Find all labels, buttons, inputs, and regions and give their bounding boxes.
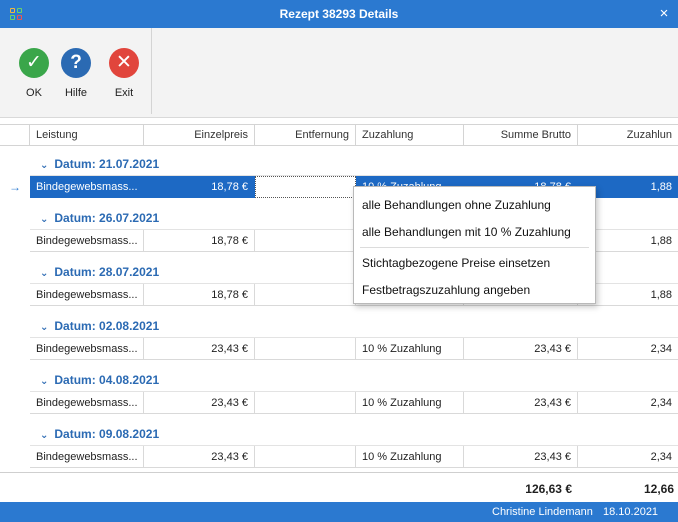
group-date-label: Datum: 02.08.2021 (54, 319, 160, 333)
chevron-down-icon: ⌄ (40, 214, 49, 225)
help-icon: ? (61, 48, 91, 78)
close-circle-icon: ✕ (109, 48, 139, 78)
cell-zuzahlung[interactable]: 10 % Zuzahlung (356, 392, 464, 414)
group-label: ⌄ Datum: 04.08.2021 (40, 373, 159, 387)
cell-summe-brutto[interactable]: 23,43 € (464, 446, 578, 468)
cell-entfernung[interactable] (255, 338, 356, 360)
cell-einzelpreis[interactable]: 18,78 € (144, 230, 255, 252)
chevron-down-icon: ⌄ (40, 268, 49, 279)
cell-zuzahlung-betrag[interactable]: 2,34 (578, 446, 678, 468)
cell-einzelpreis[interactable]: 23,43 € (144, 446, 255, 468)
group-date-label: Datum: 26.07.2021 (54, 211, 160, 225)
exit-button[interactable]: ✕ Exit (104, 48, 144, 108)
cell-entfernung[interactable] (255, 392, 356, 414)
cell-einzelpreis[interactable]: 18,78 € (144, 284, 255, 306)
menu-item-mit-zuzahlung[interactable]: alle Behandlungen mit 10 % Zuzahlung (362, 220, 588, 244)
cell-summe-brutto[interactable]: 23,43 € (464, 392, 578, 414)
cell-entfernung[interactable] (255, 446, 356, 468)
column-header-einzelpreis[interactable]: Einzelpreis (144, 125, 255, 146)
cell-leistung[interactable]: Bindegewebsmass... (30, 176, 144, 198)
menu-item-stichtag-preise[interactable]: Stichtagbezogene Preise einsetzen (362, 251, 588, 275)
exit-label: Exit (114, 87, 134, 99)
menu-item-ohne-zuzahlung[interactable]: alle Behandlungen ohne Zuzahlung (362, 193, 588, 217)
cell-leistung[interactable]: Bindegewebsmass... (30, 284, 144, 306)
totals-footer: 126,63 € 12,66 (0, 472, 678, 502)
cell-zuzahlung[interactable]: 10 % Zuzahlung (356, 338, 464, 360)
group-header[interactable]: ⌄ Datum: 02.08.2021 (0, 312, 678, 338)
column-header-entfernung[interactable]: Entfernung (255, 125, 356, 146)
status-date: 18.10.2021 (603, 506, 659, 518)
cell-entfernung[interactable] (255, 176, 356, 198)
group-label: ⌄ Datum: 21.07.2021 (40, 157, 159, 171)
cell-leistung[interactable]: Bindegewebsmass... (30, 230, 144, 252)
grid-header: Leistung Einzelpreis Entfernung Zuzahlun… (0, 124, 678, 146)
cell-entfernung[interactable] (255, 284, 356, 306)
column-header-zuzahlung-betrag[interactable]: Zuzahlun (578, 125, 678, 146)
group-date-label: Datum: 04.08.2021 (54, 373, 160, 387)
table-row[interactable]: Bindegewebsmass... 23,43 € 10 % Zuzahlun… (0, 338, 678, 360)
menu-item-festbetrag[interactable]: Festbetragszuzahlung angeben (362, 278, 588, 302)
row-indicator-header (0, 125, 30, 146)
group-date-label: Datum: 09.08.2021 (54, 427, 160, 441)
chevron-down-icon: ⌄ (40, 430, 49, 441)
help-button[interactable]: ? Hilfe (56, 48, 96, 108)
column-header-summe-brutto[interactable]: Summe Brutto (464, 125, 578, 146)
cell-zuzahlung[interactable]: 10 % Zuzahlung (356, 446, 464, 468)
cell-leistung[interactable]: Bindegewebsmass... (30, 392, 144, 414)
group-label: ⌄ Datum: 26.07.2021 (40, 211, 159, 225)
table-row[interactable]: Bindegewebsmass... 23,43 € 10 % Zuzahlun… (0, 446, 678, 468)
ribbon-toolbar: ✓ OK ? Hilfe ✕ Exit (0, 28, 678, 118)
group-header[interactable]: ⌄ Datum: 04.08.2021 (0, 366, 678, 392)
cell-zuzahlung-betrag[interactable]: 2,34 (578, 338, 678, 360)
context-menu: alle Behandlungen ohne Zuzahlung alle Be… (353, 186, 596, 304)
group-header[interactable]: ⌄ Datum: 21.07.2021 (0, 150, 678, 176)
group-date-label: Datum: 21.07.2021 (54, 157, 160, 171)
total-zuzahlung: 12,66 (643, 482, 674, 496)
group-label: ⌄ Datum: 02.08.2021 (40, 319, 159, 333)
help-label: Hilfe (64, 87, 87, 99)
title-bar: Rezept 38293 Details × (0, 0, 678, 28)
group-date-label: Datum: 28.07.2021 (54, 265, 160, 279)
group-label: ⌄ Datum: 28.07.2021 (40, 265, 159, 279)
cell-leistung[interactable]: Bindegewebsmass... (30, 446, 144, 468)
column-header-zuzahlung[interactable]: Zuzahlung (356, 125, 464, 146)
status-bar: Christine Lindemann 18.10.2021 (0, 502, 678, 522)
table-row[interactable]: Bindegewebsmass... 23,43 € 10 % Zuzahlun… (0, 392, 678, 414)
total-summe-brutto: 126,63 € (525, 482, 572, 496)
cell-leistung[interactable]: Bindegewebsmass... (30, 338, 144, 360)
cell-einzelpreis[interactable]: 23,43 € (144, 338, 255, 360)
cell-zuzahlung-betrag[interactable]: 2,34 (578, 392, 678, 414)
ok-label: OK (26, 87, 42, 99)
cell-entfernung[interactable] (255, 230, 356, 252)
cell-einzelpreis[interactable]: 23,43 € (144, 392, 255, 414)
chevron-down-icon: ⌄ (40, 322, 49, 333)
cell-summe-brutto[interactable]: 23,43 € (464, 338, 578, 360)
arrow-right-icon: → (9, 180, 21, 194)
menu-divider (360, 247, 589, 248)
status-user: Christine Lindemann (492, 506, 593, 518)
window-title: Rezept 38293 Details (279, 7, 399, 21)
column-header-leistung[interactable]: Leistung (30, 125, 144, 146)
cell-einzelpreis[interactable]: 18,78 € (144, 176, 255, 198)
chevron-down-icon: ⌄ (40, 160, 49, 171)
close-window-icon[interactable]: × (650, 0, 678, 28)
check-icon: ✓ (19, 48, 49, 78)
group-header[interactable]: ⌄ Datum: 09.08.2021 (0, 420, 678, 446)
chevron-down-icon: ⌄ (40, 376, 49, 387)
group-label: ⌄ Datum: 09.08.2021 (40, 427, 159, 441)
ok-button[interactable]: ✓ OK (14, 48, 54, 108)
